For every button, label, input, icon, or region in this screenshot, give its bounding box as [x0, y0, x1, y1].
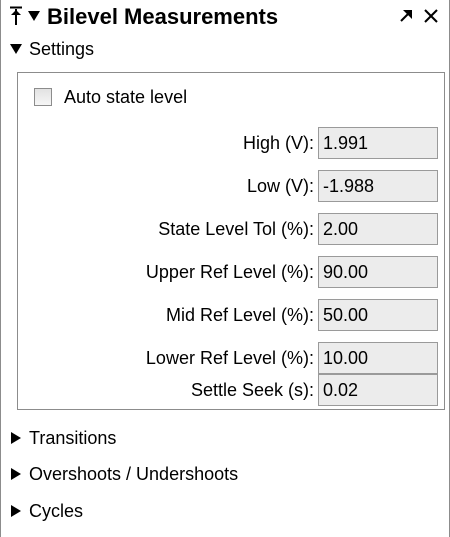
caret-right-icon: [11, 505, 21, 517]
auto-state-level-label: Auto state level: [64, 86, 188, 107]
settings-section-header[interactable]: Settings: [9, 36, 94, 62]
caret-right-icon: [11, 468, 21, 480]
high-input[interactable]: 1.991: [318, 127, 438, 159]
mid-ref-level-input[interactable]: 50.00: [318, 299, 438, 331]
transitions-section-header[interactable]: Transitions: [9, 425, 116, 451]
panel-title: Bilevel Measurements: [47, 4, 279, 29]
state-level-tol-label: State Level Tol (%):: [158, 219, 314, 239]
upper-ref-level-input[interactable]: 90.00: [318, 256, 438, 288]
field-row-settle-seek: Settle Seek (s): 0.02: [18, 373, 444, 407]
lower-ref-level-label: Lower Ref Level (%):: [145, 348, 314, 368]
high-label: High (V):: [242, 133, 314, 153]
settings-section-label: Settings: [29, 38, 95, 59]
overshoots-undershoots-section-label: Overshoots / Undershoots: [29, 463, 239, 484]
bilevel-measurements-panel: Bilevel Measurements Settings Auto state…: [0, 0, 450, 537]
caret-right-icon: [11, 432, 21, 444]
low-input[interactable]: -1.988: [318, 170, 438, 202]
settings-group: Auto state level High (V): 1.991 Low (V)…: [17, 72, 445, 410]
upper-ref-level-label: Upper Ref Level (%):: [145, 262, 314, 282]
field-row-lower-ref-level: Lower Ref Level (%): 10.00: [18, 341, 444, 375]
mid-ref-level-label: Mid Ref Level (%):: [165, 305, 314, 325]
field-row-state-level-tol: State Level Tol (%): 2.00: [18, 212, 444, 246]
caret-down-icon[interactable]: [27, 9, 41, 23]
field-row-high: High (V): 1.991: [18, 126, 444, 160]
auto-state-level-checkbox[interactable]: [34, 88, 52, 106]
lower-ref-level-input[interactable]: 10.00: [318, 342, 438, 374]
cycles-section-header[interactable]: Cycles: [9, 498, 83, 524]
pin-icon[interactable]: [9, 6, 23, 26]
cycles-section-label: Cycles: [29, 500, 84, 521]
low-label: Low (V):: [246, 176, 314, 196]
field-row-mid-ref-level: Mid Ref Level (%): 50.00: [18, 298, 444, 332]
close-icon[interactable]: [423, 8, 439, 24]
undock-arrow-icon[interactable]: [399, 9, 413, 23]
panel-title-bar: Bilevel Measurements: [1, 0, 449, 34]
settle-seek-label: Settle Seek (s):: [190, 380, 314, 400]
state-level-tol-input[interactable]: 2.00: [318, 213, 438, 245]
auto-state-level-row[interactable]: Auto state level: [34, 85, 187, 109]
caret-down-icon: [10, 44, 22, 54]
settle-seek-input[interactable]: 0.02: [318, 374, 438, 406]
field-row-upper-ref-level: Upper Ref Level (%): 90.00: [18, 255, 444, 289]
field-row-low: Low (V): -1.988: [18, 169, 444, 203]
overshoots-undershoots-section-header[interactable]: Overshoots / Undershoots: [9, 461, 238, 487]
transitions-section-label: Transitions: [29, 427, 117, 448]
